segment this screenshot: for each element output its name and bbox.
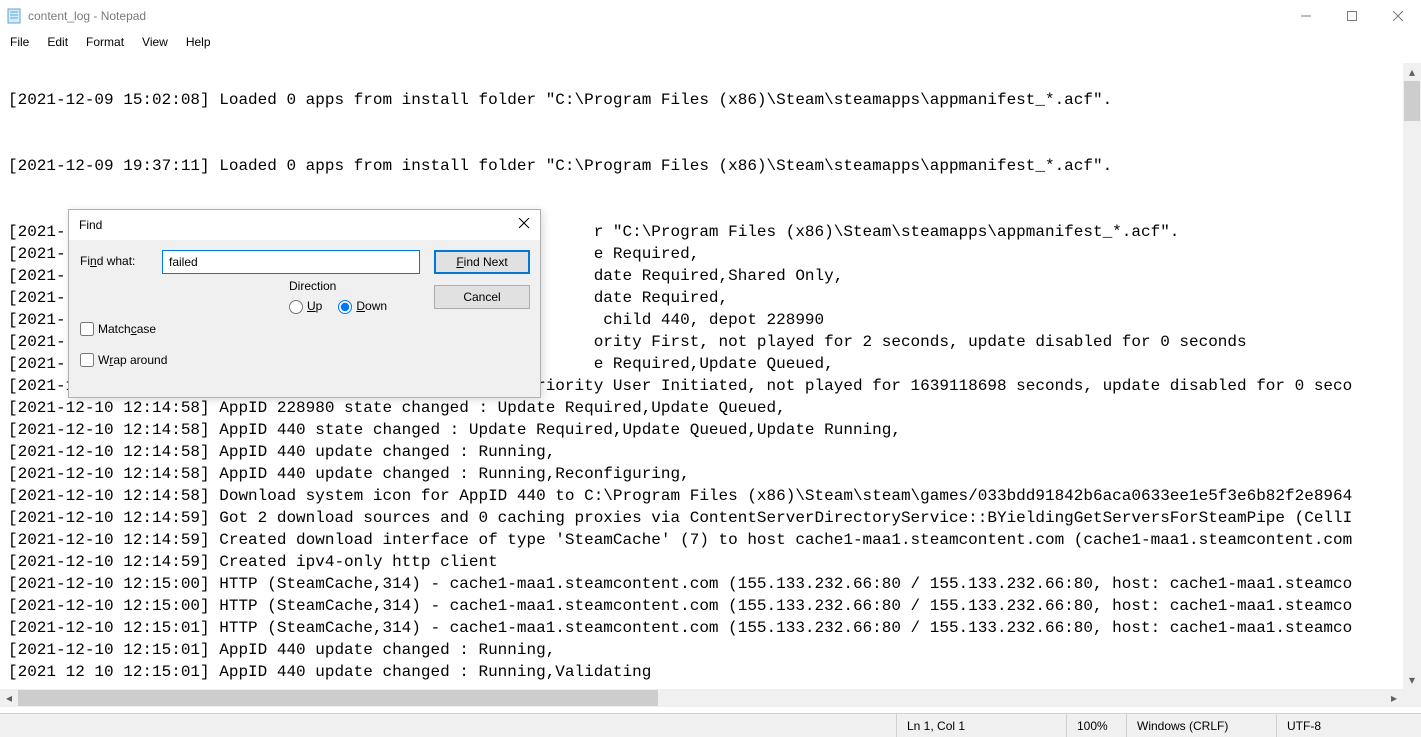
minimize-button[interactable] [1283,0,1329,32]
wrap-around-checkbox[interactable]: Wrap around [80,353,167,367]
status-encoding: UTF-8 [1276,714,1421,737]
find-dialog-close-button[interactable] [500,218,530,232]
menu-format[interactable]: Format [86,35,124,49]
direction-down-radio[interactable]: Down [338,299,387,314]
vertical-scroll-thumb[interactable] [1404,81,1420,121]
direction-group: Direction Up Down [289,279,419,337]
menubar: File Edit Format View Help [0,32,1421,52]
status-zoom: 100% [1066,714,1126,737]
maximize-button[interactable] [1329,0,1375,32]
scroll-right-icon[interactable]: ▸ [1385,689,1403,707]
statusbar: Ln 1, Col 1 100% Windows (CRLF) UTF-8 [0,713,1421,737]
window-title: content_log - Notepad [28,9,146,23]
find-what-input[interactable] [162,250,420,274]
match-case-checkbox[interactable]: Match case [80,322,156,336]
scroll-left-icon[interactable]: ◂ [0,689,18,707]
vertical-scrollbar[interactable]: ▴ ▾ [1403,63,1421,689]
scroll-up-icon[interactable]: ▴ [1403,63,1421,81]
status-line-ending: Windows (CRLF) [1126,714,1276,737]
menu-edit[interactable]: Edit [47,35,68,49]
menu-file[interactable]: File [10,35,29,49]
horizontal-scroll-thumb[interactable] [18,690,658,706]
window-controls [1283,0,1421,32]
find-dialog-titlebar[interactable]: Find [69,210,540,240]
direction-label: Direction [289,279,419,293]
find-what-label: Find what: [80,254,135,268]
find-dialog-title: Find [79,218,500,232]
close-button[interactable] [1375,0,1421,32]
find-dialog: Find Find what: Find Next Cancel Directi… [68,209,541,398]
scroll-down-icon[interactable]: ▾ [1403,671,1421,689]
cancel-button[interactable]: Cancel [434,285,530,309]
status-cursor-position: Ln 1, Col 1 [896,714,1066,737]
find-next-button[interactable]: Find Next [434,250,530,274]
scroll-corner [1403,689,1421,707]
menu-help[interactable]: Help [186,35,211,49]
direction-up-radio[interactable]: Up [289,299,322,314]
find-dialog-body: Find what: Find Next Cancel Direction Up… [69,240,540,397]
horizontal-scrollbar[interactable]: ◂ ▸ [0,689,1403,707]
titlebar: content_log - Notepad [0,0,1421,32]
notepad-icon [6,8,22,24]
menu-view[interactable]: View [142,35,168,49]
